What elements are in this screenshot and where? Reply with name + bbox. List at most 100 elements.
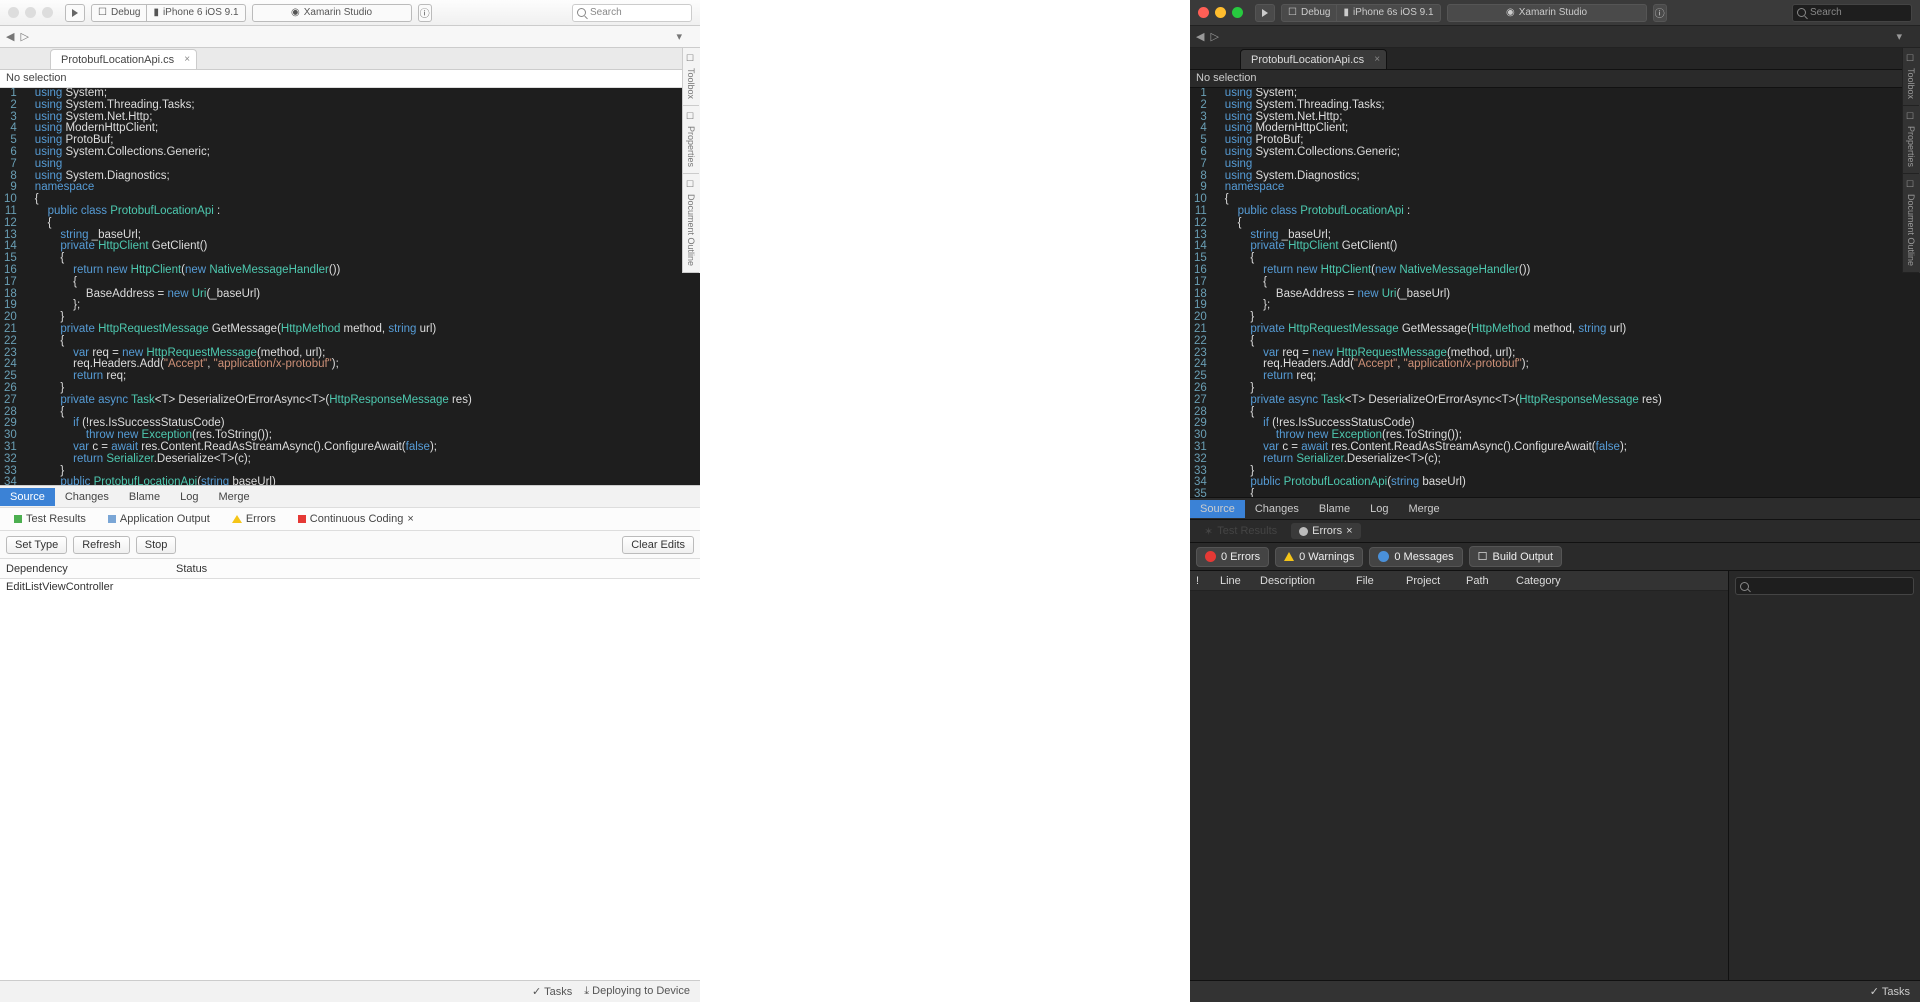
close-icon[interactable]: × bbox=[407, 513, 413, 525]
tab-blame[interactable]: Blame bbox=[1309, 500, 1360, 518]
tab-blame[interactable]: Blame bbox=[119, 488, 170, 506]
tab-changes[interactable]: Changes bbox=[1245, 500, 1309, 518]
code-area[interactable]: using System;using System.Threading.Task… bbox=[23, 88, 700, 485]
close-tab-icon[interactable]: × bbox=[1374, 54, 1380, 65]
col-line[interactable]: Line bbox=[1220, 575, 1260, 587]
close-icon[interactable] bbox=[1198, 7, 1209, 18]
build-output-button[interactable]: ☐ Build Output bbox=[1469, 546, 1562, 567]
errors-icon bbox=[1299, 527, 1308, 536]
code-area[interactable]: using System;using System.Threading.Task… bbox=[1213, 88, 1920, 497]
side-pads: ☐ Toolbox ☐ Properties ☐ Document Outlin… bbox=[1902, 48, 1920, 273]
errors-count[interactable]: 0 Errors bbox=[1196, 547, 1269, 567]
col-project[interactable]: Project bbox=[1406, 575, 1466, 587]
tasks-button[interactable]: ✓ Tasks bbox=[1870, 985, 1910, 998]
breadcrumb[interactable]: No selection bbox=[1190, 70, 1920, 88]
zoom-icon[interactable] bbox=[42, 7, 53, 18]
tab-source[interactable]: Source bbox=[0, 488, 55, 506]
nav-menu-button[interactable]: ▾ bbox=[676, 30, 682, 43]
stop-button[interactable]: Stop bbox=[136, 536, 177, 554]
cc-list[interactable]: EditListViewController bbox=[0, 579, 700, 980]
config-selector[interactable]: ☐ Debug bbox=[91, 4, 147, 22]
file-tabs: ProtobufLocationApi.cs× bbox=[0, 48, 700, 70]
status-bar: ✓ Tasks ⤓ Deploying to Device bbox=[0, 980, 700, 1002]
line-gutter: 1 2 3 4 5 6 7 8 910111213141516171819202… bbox=[0, 88, 23, 485]
deploy-status[interactable]: ⤓ Deploying to Device bbox=[584, 985, 690, 998]
messages-count[interactable]: 0 Messages bbox=[1369, 547, 1462, 567]
col-bang[interactable]: ! bbox=[1196, 575, 1220, 587]
errors-headers: ! Line Description File Project Path Cat… bbox=[1190, 571, 1728, 591]
settype-button[interactable]: Set Type bbox=[6, 536, 67, 554]
errors-list[interactable] bbox=[1190, 591, 1728, 595]
list-item[interactable]: EditListViewController bbox=[6, 581, 694, 593]
play-icon bbox=[72, 9, 78, 17]
nav-back-button[interactable]: ◀ bbox=[6, 30, 14, 43]
config-selector[interactable]: ☐ Debug bbox=[1281, 4, 1337, 22]
nav-row: ◀ ▷ ▾ bbox=[1190, 26, 1920, 48]
play-icon bbox=[1262, 9, 1268, 17]
pad-app-output[interactable]: Application Output bbox=[100, 511, 218, 527]
tab-merge[interactable]: Merge bbox=[208, 488, 259, 506]
col-file[interactable]: File bbox=[1356, 575, 1406, 587]
pad-continuous-coding[interactable]: Continuous Coding × bbox=[290, 511, 422, 527]
close-tab-icon[interactable]: × bbox=[184, 54, 190, 65]
nav-fwd-button[interactable]: ▷ bbox=[20, 30, 28, 43]
device-selector[interactable]: ▮ iPhone 6s iOS 9.1 bbox=[1337, 4, 1440, 22]
test-icon bbox=[14, 515, 22, 523]
warnings-count[interactable]: 0 Warnings bbox=[1275, 547, 1363, 567]
breadcrumb[interactable]: No selection bbox=[0, 70, 700, 88]
side-pads: ☐ Toolbox ☐ Properties ☐ Document Outlin… bbox=[682, 48, 700, 273]
col-category[interactable]: Category bbox=[1516, 575, 1561, 587]
search-input[interactable]: Search bbox=[1792, 4, 1912, 22]
tab-source[interactable]: Source bbox=[1190, 500, 1245, 518]
search-icon bbox=[1740, 582, 1749, 591]
close-icon[interactable] bbox=[8, 7, 19, 18]
nav-menu-button[interactable]: ▾ bbox=[1896, 30, 1902, 43]
pad-properties[interactable]: ☐ Properties bbox=[1903, 106, 1919, 174]
col-description[interactable]: Description bbox=[1260, 575, 1356, 587]
minimize-icon[interactable] bbox=[1215, 7, 1226, 18]
nav-back-button[interactable]: ◀ bbox=[1196, 30, 1204, 43]
tab-changes[interactable]: Changes bbox=[55, 488, 119, 506]
device-selector[interactable]: ▮ iPhone 6 iOS 9.1 bbox=[147, 4, 245, 22]
zoom-icon[interactable] bbox=[1232, 7, 1243, 18]
clear-edits-button[interactable]: Clear Edits bbox=[622, 536, 694, 554]
pad-test-results[interactable]: ✶ Test Results bbox=[1196, 523, 1285, 540]
pad-toolbox[interactable]: ☐ Toolbox bbox=[1903, 48, 1919, 106]
tab-log[interactable]: Log bbox=[1360, 500, 1398, 518]
titlebar-right: ☐ Debug ▮ iPhone 6s iOS 9.1 ◉ Xamarin St… bbox=[1190, 0, 1920, 26]
notifications-button[interactable]: ⓘ bbox=[418, 4, 432, 22]
code-editor-right[interactable]: 1 2 3 4 5 6 7 8 910111213141516171819202… bbox=[1190, 88, 1920, 497]
refresh-button[interactable]: Refresh bbox=[73, 536, 130, 554]
nav-fwd-button[interactable]: ▷ bbox=[1210, 30, 1218, 43]
tasks-button[interactable]: ✓ Tasks bbox=[532, 985, 572, 998]
pad-errors[interactable]: Errors × bbox=[1291, 523, 1360, 539]
cc-headers: Dependency Status bbox=[0, 559, 700, 579]
errors-detail bbox=[1728, 571, 1920, 980]
minimize-icon[interactable] bbox=[25, 7, 36, 18]
col-dependency[interactable]: Dependency bbox=[6, 563, 176, 575]
run-button[interactable] bbox=[65, 4, 85, 22]
tab-log[interactable]: Log bbox=[170, 488, 208, 506]
status-display: ◉ Xamarin Studio bbox=[1447, 4, 1647, 22]
file-tab[interactable]: ProtobufLocationApi.cs× bbox=[1240, 49, 1387, 69]
pad-document-outline[interactable]: ☐ Document Outline bbox=[683, 174, 699, 273]
file-tabs: ProtobufLocationApi.cs× bbox=[1190, 48, 1920, 70]
pad-test-results[interactable]: Test Results bbox=[6, 511, 94, 527]
run-button[interactable] bbox=[1255, 4, 1275, 22]
pad-properties[interactable]: ☐ Properties bbox=[683, 106, 699, 174]
pad-toolbox[interactable]: ☐ Toolbox bbox=[683, 48, 699, 106]
notifications-button[interactable]: ⓘ bbox=[1653, 4, 1667, 22]
tab-merge[interactable]: Merge bbox=[1398, 500, 1449, 518]
errors-search[interactable] bbox=[1735, 577, 1914, 595]
pad-document-outline[interactable]: ☐ Document Outline bbox=[1903, 174, 1919, 273]
search-icon bbox=[1797, 8, 1806, 17]
error-icon bbox=[1205, 551, 1216, 562]
col-path[interactable]: Path bbox=[1466, 575, 1516, 587]
pad-errors[interactable]: Errors bbox=[224, 511, 284, 527]
close-icon[interactable]: × bbox=[1346, 525, 1352, 537]
code-editor-left[interactable]: 1 2 3 4 5 6 7 8 910111213141516171819202… bbox=[0, 88, 700, 485]
file-tab[interactable]: ProtobufLocationApi.cs× bbox=[50, 49, 197, 69]
editor-bottom-tabs: Source Changes Blame Log Merge bbox=[1190, 497, 1920, 519]
search-input[interactable]: Search bbox=[572, 4, 692, 22]
col-status[interactable]: Status bbox=[176, 563, 207, 575]
